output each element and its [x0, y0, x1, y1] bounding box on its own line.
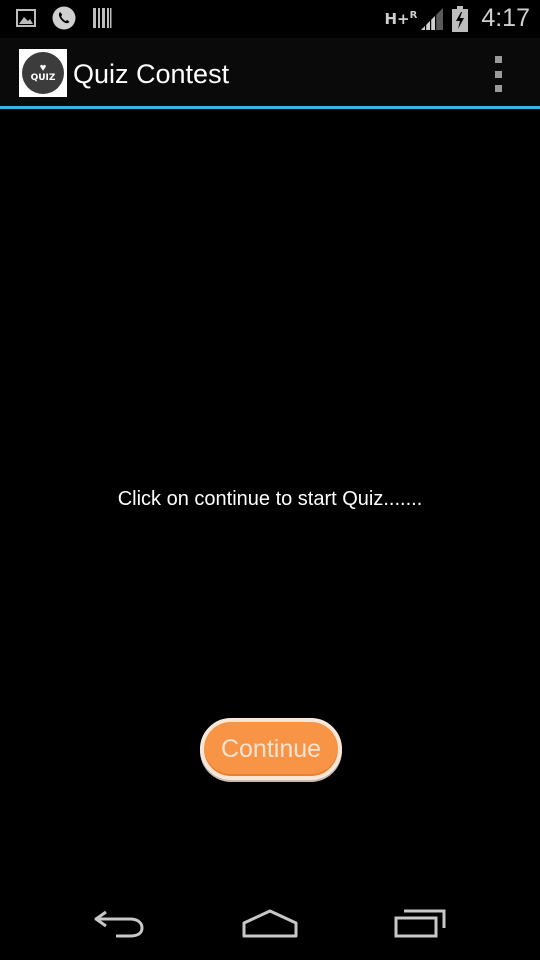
status-bar: H+R 4:17: [0, 0, 540, 38]
back-button[interactable]: [75, 898, 165, 948]
action-bar: ♥ QUIZ Quiz Contest: [0, 38, 540, 109]
signal-icon: [419, 6, 445, 32]
menu-dot: [494, 70, 502, 78]
home-button[interactable]: [225, 898, 315, 948]
phone-icon: [52, 6, 76, 30]
app-logo[interactable]: ♥ QUIZ: [19, 49, 67, 97]
overflow-menu-icon[interactable]: [486, 56, 510, 92]
continue-button[interactable]: Continue: [200, 718, 342, 780]
back-icon: [94, 910, 144, 938]
clock: 4:17: [481, 4, 530, 32]
image-icon: [16, 8, 36, 28]
heart-icon: ♥: [39, 62, 47, 74]
recent-apps-icon: [394, 909, 446, 938]
navigation-bar: [0, 880, 540, 960]
menu-dot: [494, 85, 502, 92]
main-content: Click on continue to start Quiz....... C…: [0, 109, 540, 879]
notification-icons: [16, 6, 112, 30]
page-title: Quiz Contest: [73, 59, 230, 89]
start-prompt: Click on continue to start Quiz.......: [117, 488, 423, 510]
system-icons: H+R 4:17: [385, 4, 531, 33]
logo-text: QUIZ: [30, 73, 56, 83]
recent-apps-button[interactable]: [375, 898, 465, 948]
home-icon: [242, 909, 298, 938]
continue-label: Continue: [220, 734, 322, 763]
barcode-icon: [92, 7, 112, 29]
battery-charging-icon: [451, 5, 469, 33]
network-type: H+R: [384, 9, 418, 28]
quiz-logo-icon: ♥ QUIZ: [22, 52, 64, 94]
menu-dot: [494, 56, 502, 63]
